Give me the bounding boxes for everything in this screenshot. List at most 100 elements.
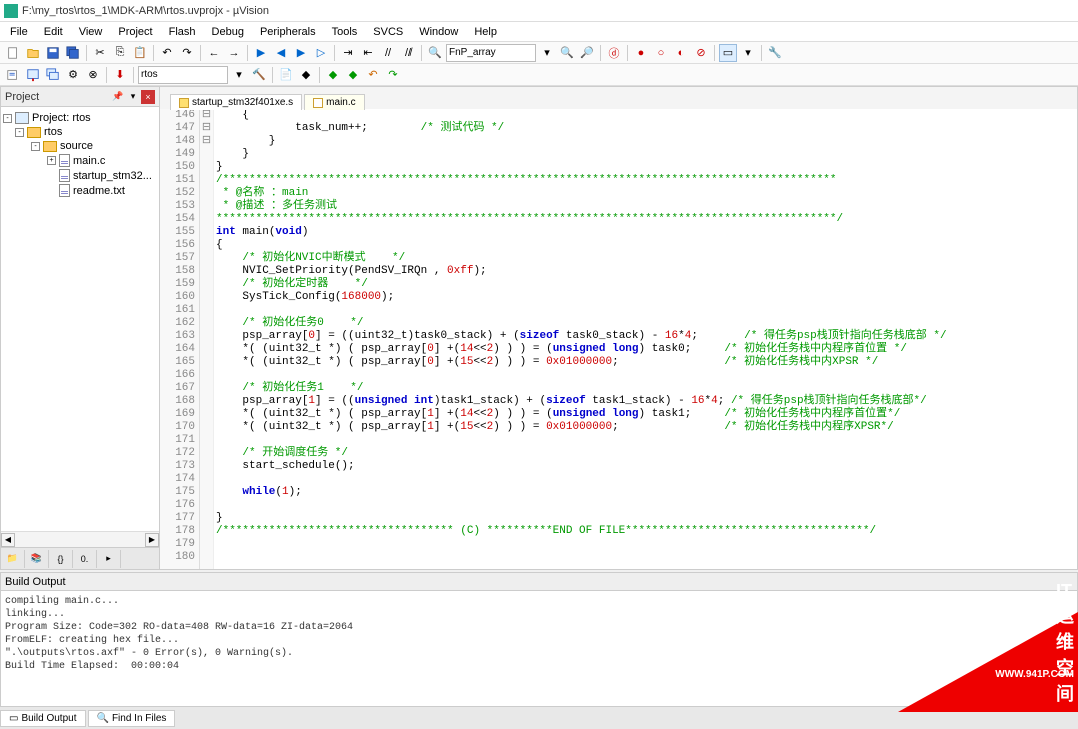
main-toolbar: ✂ ⎘ 📋 ↶ ↷ ← → ▶ ◀ ▶ ▷ ⇥ ⇤ // //̸ 🔍 ▾ 🔍 🔎… (0, 42, 1078, 64)
nav-down-icon[interactable]: ↷ (384, 66, 402, 84)
tree-file[interactable]: startup_stm32... (3, 168, 157, 183)
stop-build-icon[interactable]: ⊗ (84, 66, 102, 84)
nav-fwd-icon[interactable]: → (225, 44, 243, 62)
project-hscroll[interactable]: ◀ ▶ (1, 531, 159, 547)
expand-icon[interactable]: - (15, 128, 24, 137)
options-icon[interactable]: 🔨 (250, 66, 268, 84)
tree-project-root[interactable]: - Project: rtos (3, 111, 157, 125)
incremental-find-icon[interactable]: 🔎 (578, 44, 596, 62)
breakpoint-enable-icon[interactable]: ○ (652, 44, 670, 62)
indent-icon[interactable]: ⇥ (339, 44, 357, 62)
bookmark-icon[interactable]: ▶ (252, 44, 270, 62)
rebuild-icon[interactable] (44, 66, 62, 84)
menu-edit[interactable]: Edit (36, 24, 71, 40)
title-bar: F:\my_rtos\rtos_1\MDK-ARM\rtos.uvprojx -… (0, 0, 1078, 22)
breakpoint-disable-icon[interactable]: ◐ (672, 44, 690, 62)
folder-icon (27, 127, 41, 138)
menu-svcs[interactable]: SVCS (365, 24, 411, 40)
build-output-header: Build Output (1, 573, 1077, 591)
build-toolbar: ⚙ ⊗ ⬇ ▾ 🔨 📄 ◆ ◆ ◆ ↶ ↷ (0, 64, 1078, 86)
editor-tab-active[interactable]: main.c (304, 94, 364, 110)
batch-build-icon[interactable]: ⚙ (64, 66, 82, 84)
uncomment-icon[interactable]: //̸ (399, 44, 417, 62)
save-icon[interactable] (44, 44, 62, 62)
project-tab-more-icon[interactable]: ▸ (97, 550, 121, 568)
tree-group[interactable]: - source (3, 139, 157, 153)
menu-project[interactable]: Project (110, 24, 160, 40)
menu-peripherals[interactable]: Peripherals (252, 24, 324, 40)
fold-column[interactable]: ⊟ ⊟ ⊟ (200, 109, 214, 569)
open-icon[interactable] (24, 44, 42, 62)
scroll-left-icon[interactable]: ◀ (1, 533, 15, 547)
copy-icon[interactable]: ⎘ (111, 44, 129, 62)
tree-target[interactable]: - rtos (3, 125, 157, 139)
cut-icon[interactable]: ✂ (91, 44, 109, 62)
bookmark-clear-icon[interactable]: ▷ (312, 44, 330, 62)
code-content[interactable]: { task_num++; /* 测试代码 */ } } } /********… (214, 109, 1077, 569)
tree-label: startup_stm32... (73, 170, 152, 182)
tree-file[interactable]: + main.c (3, 153, 157, 168)
nav-back-icon[interactable]: ← (205, 44, 223, 62)
find-combo[interactable] (446, 44, 536, 62)
build-output-title: Build Output (5, 576, 66, 588)
manage-icon[interactable]: ◆ (297, 66, 315, 84)
target-dropdown-icon[interactable]: ▾ (230, 66, 248, 84)
menu-help[interactable]: Help (466, 24, 505, 40)
configure-icon[interactable]: 🔧 (766, 44, 784, 62)
tree-label: readme.txt (73, 185, 125, 197)
breakpoint-insert-icon[interactable]: ● (632, 44, 650, 62)
outdent-icon[interactable]: ⇤ (359, 44, 377, 62)
tree-file[interactable]: readme.txt (3, 183, 157, 198)
undo-icon[interactable]: ↶ (158, 44, 176, 62)
new-file-icon[interactable] (4, 44, 22, 62)
panel-dropdown-icon[interactable]: ▾ (126, 90, 140, 104)
menu-debug[interactable]: Debug (204, 24, 252, 40)
panel-pin-icon[interactable]: 📌 (111, 90, 125, 104)
menu-view[interactable]: View (71, 24, 111, 40)
project-tab-project-icon[interactable]: 📁 (1, 550, 25, 568)
project-icon (15, 112, 29, 124)
project-tab-templates-icon[interactable]: 0. (73, 550, 97, 568)
file-ext-icon[interactable]: 📄 (277, 66, 295, 84)
line-number-gutter: 146 147 148 149 150 151 152 153 154 155 … (160, 109, 200, 569)
bookmark-next-icon[interactable]: ▶ (292, 44, 310, 62)
debug-icon[interactable]: ⓓ (605, 44, 623, 62)
panel-close-icon[interactable]: × (141, 90, 155, 104)
editor-tab-label: main.c (326, 97, 355, 108)
bookmark-prev-icon[interactable]: ◀ (272, 44, 290, 62)
build-icon[interactable] (24, 66, 42, 84)
file-icon (59, 154, 70, 167)
target-combo[interactable] (138, 66, 228, 84)
paste-icon[interactable]: 📋 (131, 44, 149, 62)
comment-icon[interactable]: // (379, 44, 397, 62)
project-tab-functions-icon[interactable]: {} (49, 550, 73, 568)
expand-icon[interactable]: + (47, 156, 56, 165)
scroll-right-icon[interactable]: ▶ (145, 533, 159, 547)
download-icon[interactable]: ⬇ (111, 66, 129, 84)
nav-right-icon[interactable]: ◆ (344, 66, 362, 84)
menu-tools[interactable]: Tools (324, 24, 366, 40)
tree-label: rtos (44, 126, 62, 138)
nav-left-icon[interactable]: ◆ (324, 66, 342, 84)
project-tab-books-icon[interactable]: 📚 (25, 550, 49, 568)
breakpoint-kill-icon[interactable]: ⊘ (692, 44, 710, 62)
menu-file[interactable]: File (2, 24, 36, 40)
editor-body[interactable]: 146 147 148 149 150 151 152 153 154 155 … (160, 109, 1077, 569)
find-icon[interactable]: 🔍 (426, 44, 444, 62)
find-dropdown-icon[interactable]: ▾ (538, 44, 556, 62)
window-icon[interactable]: ▭ (719, 44, 737, 62)
window-dropdown-icon[interactable]: ▾ (739, 44, 757, 62)
expand-icon[interactable]: - (31, 142, 40, 151)
save-all-icon[interactable] (64, 44, 82, 62)
menu-window[interactable]: Window (411, 24, 466, 40)
menu-flash[interactable]: Flash (161, 24, 204, 40)
project-tree[interactable]: - Project: rtos - rtos - source + main.c (1, 107, 159, 531)
redo-icon[interactable]: ↷ (178, 44, 196, 62)
translate-icon[interactable] (4, 66, 22, 84)
expand-icon[interactable]: - (3, 114, 12, 123)
tab-build-output[interactable]: ▭ Build Output (0, 710, 86, 727)
nav-up-icon[interactable]: ↶ (364, 66, 382, 84)
tab-find-in-files[interactable]: 🔍 Find In Files (88, 710, 176, 727)
find-in-files-icon[interactable]: 🔍 (558, 44, 576, 62)
editor-tab[interactable]: startup_stm32f401xe.s (170, 94, 302, 110)
